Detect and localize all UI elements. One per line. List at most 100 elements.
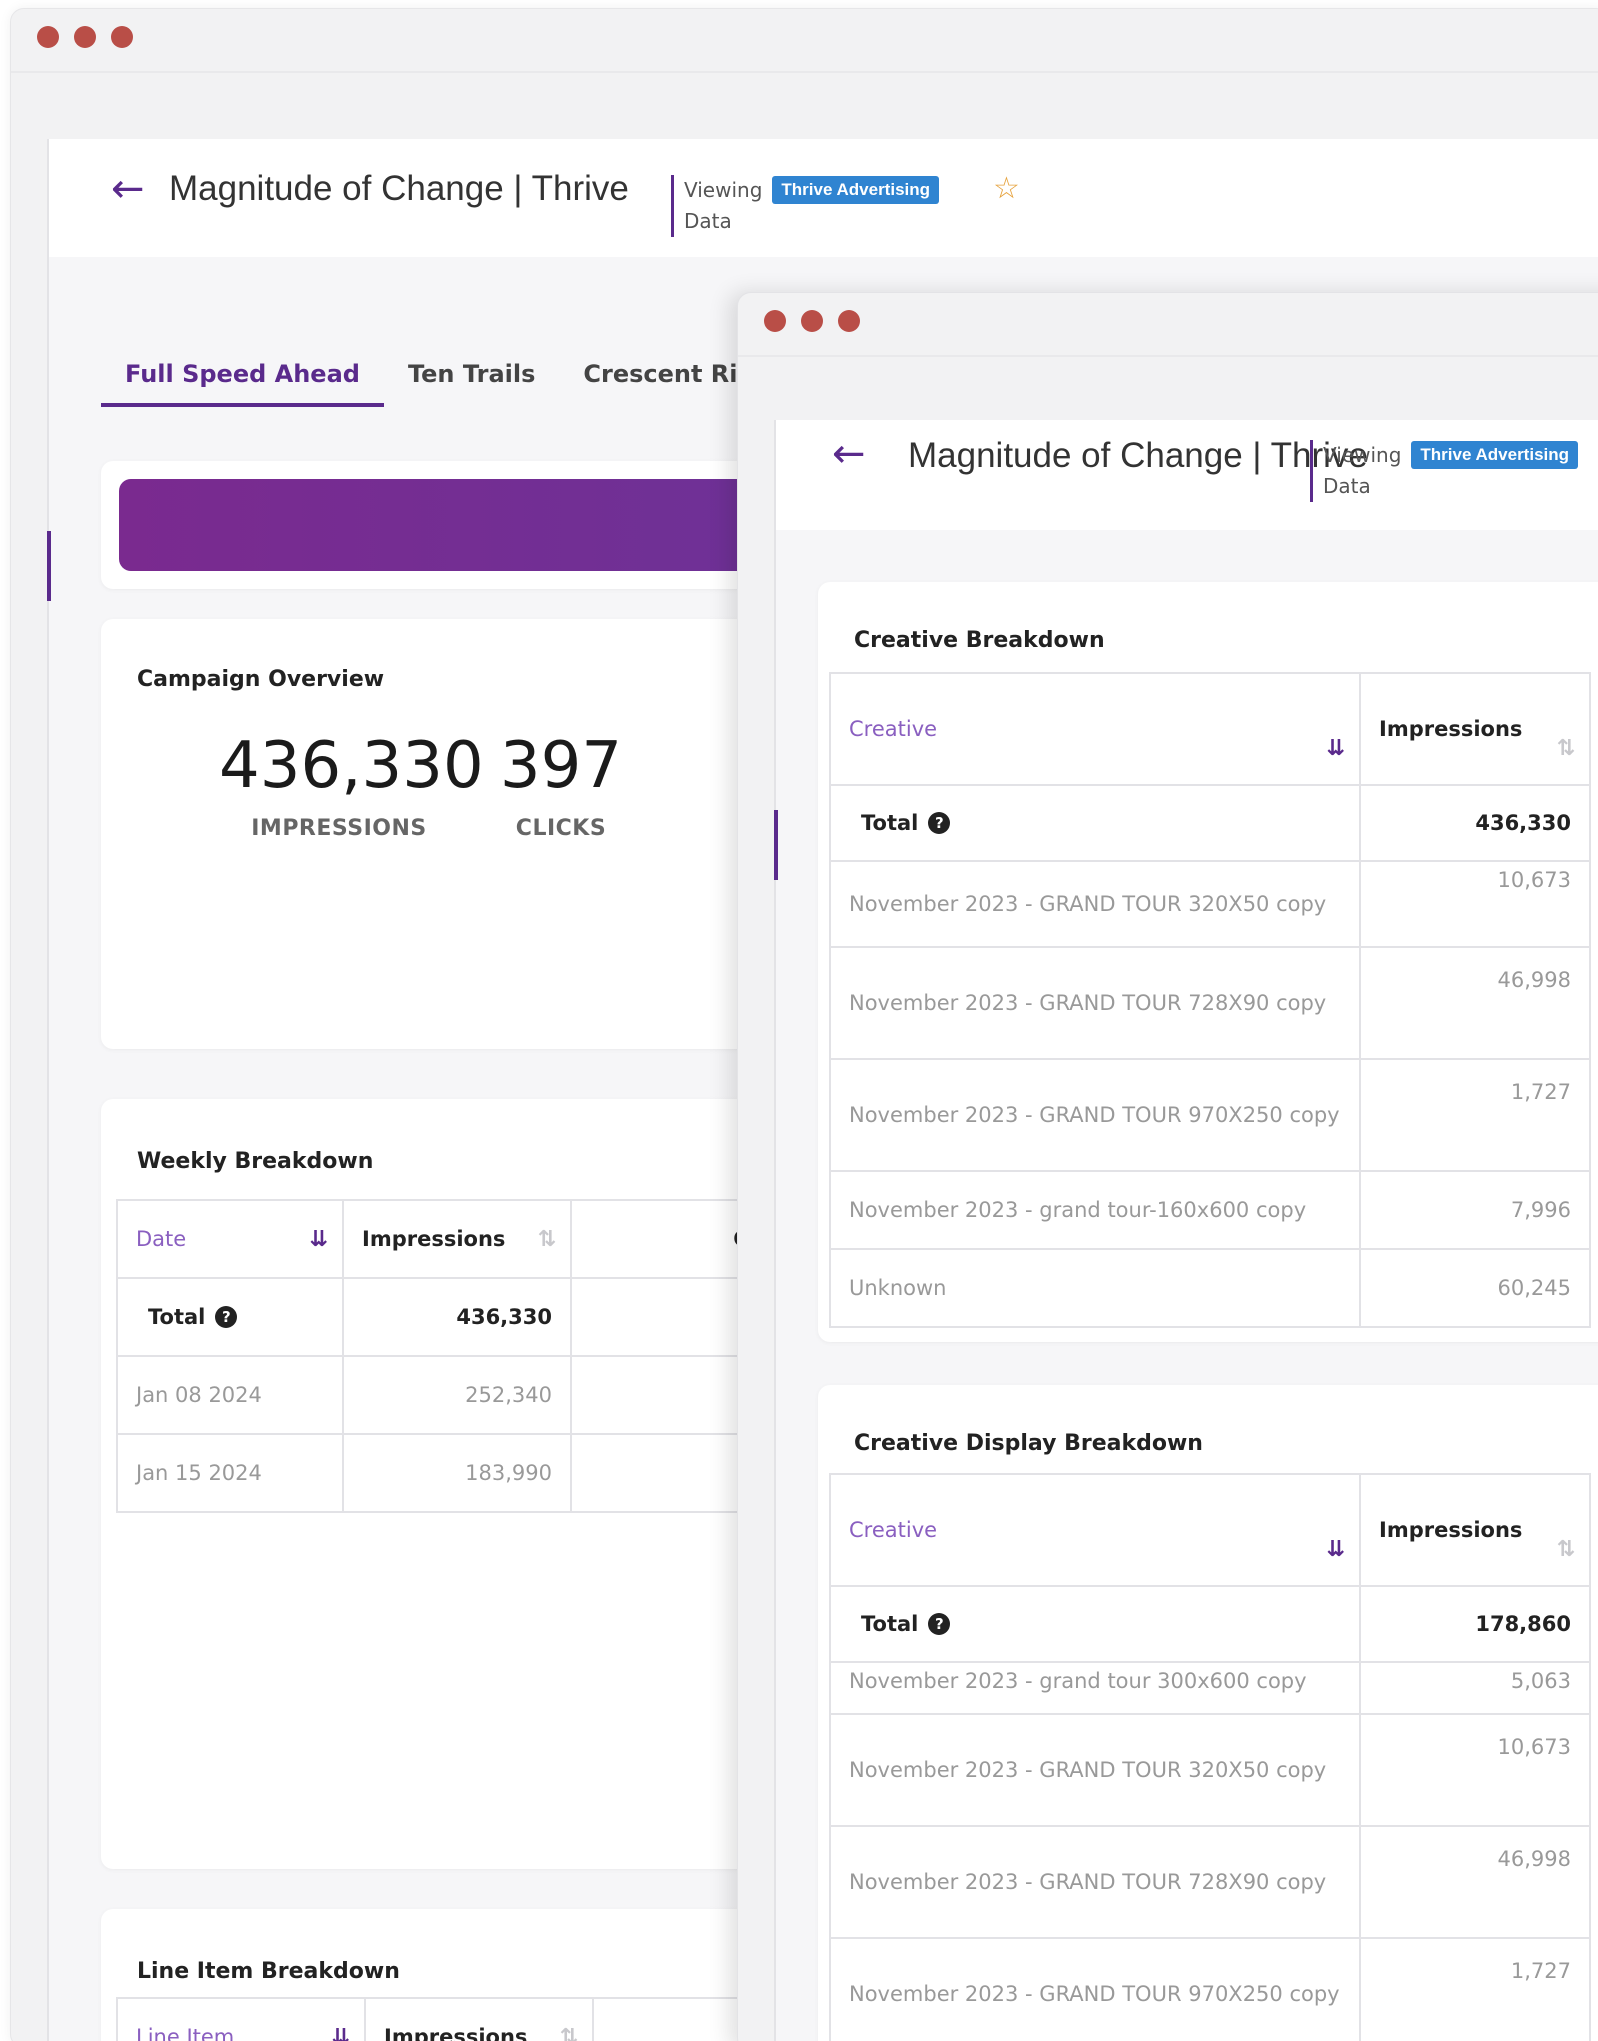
viewing-data-indicator: Viewing Thrive Advertising Data	[671, 175, 940, 237]
metric-impressions-value: 436,330	[219, 729, 484, 803]
viewing-label: Viewing	[684, 178, 763, 202]
sort-inactive-icon[interactable]: ⇅	[1557, 1537, 1575, 1562]
metric-impressions: 436,330 IMPRESSIONS	[219, 729, 484, 841]
metric-impressions-label: IMPRESSIONS	[251, 816, 427, 841]
row-impressions: 1,727	[1359, 1937, 1591, 2041]
table-row: November 2023 - grand tour-160x600 copy …	[829, 1170, 1591, 1250]
minimize-dot[interactable]	[74, 26, 96, 48]
row-date: Jan 08 2024	[116, 1355, 344, 1435]
column-header-impressions[interactable]: Impressions ⇅	[364, 1997, 594, 2041]
table-row: November 2023 - grand tour 300x600 copy …	[829, 1661, 1591, 1715]
table-row: Unknown 60,245	[829, 1248, 1591, 1328]
help-icon[interactable]: ?	[215, 1306, 238, 1328]
viewing-data-indicator: Viewing Thrive Advertising Data	[1310, 440, 1579, 502]
table-row: November 2023 - GRAND TOUR 728X90 copy 4…	[829, 946, 1591, 1060]
tab-full-speed-ahead[interactable]: Full Speed Ahead	[101, 349, 384, 407]
total-label: Total	[861, 811, 919, 835]
table-row: Jan 08 2024 252,340 2	[116, 1355, 822, 1435]
creative-page: ← Magnitude of Change | Thrive Viewing Th…	[774, 420, 1598, 2041]
total-impressions: 178,860	[1359, 1585, 1591, 1663]
table-header-row: Creative ⇊ Impressions ⇅	[829, 672, 1591, 786]
table-header-row: Creative ⇊ Impressions ⇅	[829, 1473, 1591, 1587]
close-dot[interactable]	[37, 26, 59, 48]
table-header-row: Line Item⇊ Impressions⇅ Click	[116, 1997, 844, 2041]
back-arrow-icon[interactable]: ←	[111, 169, 145, 209]
row-impressions: 10,673	[1359, 860, 1591, 948]
row-impressions: 7,996	[1359, 1170, 1591, 1250]
table-total-row: Total? 436,330	[829, 784, 1591, 862]
row-creative: November 2023 - GRAND TOUR 728X90 copy	[829, 1825, 1361, 1939]
sort-active-icon[interactable]: ⇊	[310, 1227, 328, 1252]
total-label: Total	[148, 1305, 206, 1329]
row-impressions: 60,245	[1359, 1248, 1591, 1328]
row-creative: November 2023 - GRAND TOUR 320X50 copy	[829, 860, 1361, 948]
tab-ten-trails[interactable]: Ten Trails	[384, 349, 559, 407]
metric-clicks-label: CLICKS	[515, 816, 607, 841]
sort-inactive-icon[interactable]: ⇅	[1557, 736, 1575, 761]
row-impressions: 183,990	[342, 1433, 572, 1513]
line-item-breakdown-table: Line Item⇊ Impressions⇅ Click	[116, 1997, 844, 2041]
metric-clicks-value: 397	[499, 729, 623, 803]
total-impressions: 436,330	[342, 1277, 572, 1357]
column-header-impressions[interactable]: Impressions ⇅	[342, 1199, 572, 1279]
row-creative: November 2023 - GRAND TOUR 970X250 copy	[829, 1937, 1361, 2041]
column-header-impressions[interactable]: Impressions ⇅	[1359, 1473, 1591, 1587]
row-creative: November 2023 - grand tour-160x600 copy	[829, 1170, 1361, 1250]
row-impressions: 46,998	[1359, 1825, 1591, 1939]
campaign-overview-title: Campaign Overview	[137, 667, 385, 692]
maximize-dot[interactable]	[838, 310, 860, 332]
back-arrow-icon[interactable]: ←	[832, 434, 866, 474]
row-creative: November 2023 - GRAND TOUR 320X50 copy	[829, 1713, 1361, 1827]
page-title: Magnitude of Change | Thrive	[908, 436, 1368, 475]
column-header-date[interactable]: Date ⇊	[116, 1199, 344, 1279]
page-header: ← Magnitude of Change | Thrive Viewing Th…	[776, 420, 1598, 530]
close-dot[interactable]	[764, 310, 786, 332]
maximize-dot[interactable]	[111, 26, 133, 48]
sort-inactive-icon[interactable]: ⇅	[538, 1227, 556, 1252]
line-item-breakdown-title: Line Item Breakdown	[137, 1959, 400, 1984]
window-controls	[764, 310, 860, 332]
help-icon[interactable]: ?	[928, 1613, 951, 1635]
window-controls	[37, 26, 133, 48]
table-total-row: Total? 436,330 39	[116, 1277, 822, 1357]
sort-active-icon[interactable]: ⇊	[1327, 1537, 1345, 1562]
table-total-row: Total? 178,860	[829, 1585, 1591, 1663]
row-impressions: 1,727	[1359, 1058, 1591, 1172]
active-section-marker	[774, 810, 778, 880]
table-row: November 2023 - GRAND TOUR 320X50 copy 1…	[829, 1713, 1591, 1827]
row-date: Jan 15 2024	[116, 1433, 344, 1513]
row-impressions: 252,340	[342, 1355, 572, 1435]
minimize-dot[interactable]	[801, 310, 823, 332]
column-header-impressions[interactable]: Impressions ⇅	[1359, 672, 1591, 786]
creative-display-breakdown-title: Creative Display Breakdown	[854, 1431, 1203, 1456]
creative-display-breakdown-table: Creative ⇊ Impressions ⇅ Total? 178,860 No…	[829, 1473, 1591, 2041]
active-section-marker	[47, 531, 51, 601]
help-icon[interactable]: ?	[928, 812, 951, 834]
column-header-line-item[interactable]: Line Item ⇊	[116, 1997, 366, 2041]
front-window: ← Magnitude of Change | Thrive Viewing Th…	[737, 292, 1598, 2041]
table-row: November 2023 - GRAND TOUR 970X250 copy …	[829, 1058, 1591, 1172]
sort-inactive-icon[interactable]: ⇅	[560, 2025, 578, 2041]
row-creative: November 2023 - grand tour 300x600 copy	[829, 1661, 1361, 1715]
column-header-creative[interactable]: Creative ⇊	[829, 1473, 1361, 1587]
column-header-creative[interactable]: Creative ⇊	[829, 672, 1361, 786]
favorite-star-icon[interactable]: ☆	[993, 171, 1020, 206]
sort-active-icon[interactable]: ⇊	[332, 2025, 350, 2041]
metric-clicks: 397 CLICKS	[499, 734, 623, 841]
table-row: November 2023 - GRAND TOUR 970X250 copy …	[829, 1937, 1591, 2041]
creative-breakdown-title: Creative Breakdown	[854, 628, 1105, 653]
data-label: Data	[1323, 474, 1371, 498]
viewing-label: Viewing	[1323, 443, 1402, 467]
row-impressions: 5,063	[1359, 1661, 1591, 1715]
total-impressions: 436,330	[1359, 784, 1591, 862]
campaign-tabs: Full Speed Ahead Ten Trails Crescent Rid…	[101, 349, 812, 409]
sort-active-icon[interactable]: ⇊	[1327, 736, 1345, 761]
weekly-breakdown-table: Date⇊ Impressions⇅ Clicks Total? 436,330…	[116, 1199, 822, 1513]
row-impressions: 46,998	[1359, 946, 1591, 1060]
row-creative: November 2023 - GRAND TOUR 970X250 copy	[829, 1058, 1361, 1172]
account-badge: Thrive Advertising	[1411, 441, 1579, 469]
row-impressions: 10,673	[1359, 1713, 1591, 1827]
total-label: Total	[861, 1612, 919, 1636]
page-title: Magnitude of Change | Thrive	[169, 169, 629, 208]
row-creative: Unknown	[829, 1248, 1361, 1328]
